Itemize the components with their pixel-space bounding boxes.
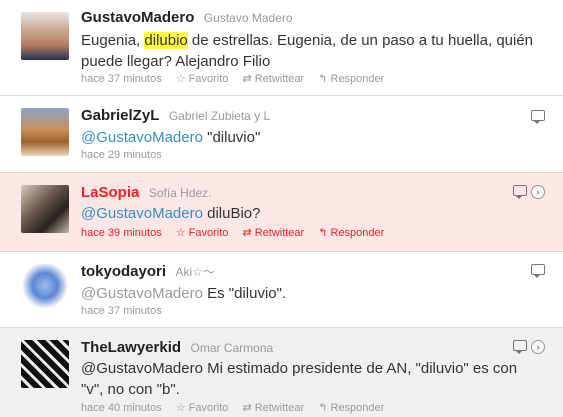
- retweet-icon: ⇄: [242, 227, 252, 239]
- timestamp[interactable]: hace 40 minutos: [81, 402, 162, 414]
- tweet-text-part: Es "diluvio".: [202, 285, 287, 302]
- mention-link[interactable]: @GustavoMadero: [81, 129, 203, 146]
- tweet-meta: hace 37 minutos ☆ Favorito ⇄ Retwittear ↰ R…: [81, 72, 384, 85]
- tweet-meta: hace 29 minutos: [81, 149, 162, 161]
- retweet-icon: ⇄: [242, 402, 252, 414]
- mention-link[interactable]: @GustavoMadero: [81, 360, 203, 377]
- timestamp[interactable]: hace 37 minutos: [81, 73, 162, 85]
- tweet-item[interactable]: tokyodayori Aki☆〜 @GustavoMadero Es "dil…: [0, 252, 563, 328]
- tweet-meta: hace 37 minutos: [81, 305, 162, 317]
- tweet-item[interactable]: TheLawyerkid Omar Carmona › @GustavoMade…: [0, 328, 563, 417]
- full-name: Gustavo Madero: [203, 11, 293, 25]
- screen-name[interactable]: GabrielZyL: [81, 107, 159, 124]
- favorite-button[interactable]: ☆ Favorito: [173, 73, 229, 85]
- retweet-button[interactable]: ⇄ Retwittear: [239, 227, 304, 239]
- tweet-text-part: Eugenia,: [81, 32, 145, 49]
- tweet-text: @GustavoMadero Mi estimado presidente de…: [81, 358, 536, 400]
- reply-icon: ↰: [318, 227, 328, 239]
- star-icon: ☆: [175, 73, 186, 85]
- chevron-right-icon[interactable]: ›: [531, 340, 545, 354]
- avatar[interactable]: [21, 185, 69, 233]
- tweet-text: @GustavoMadero diluBio?: [81, 203, 536, 224]
- tweet-item[interactable]: GabrielZyL Gabriel Zubieta y L @GustavoM…: [0, 96, 563, 173]
- full-name: Gabriel Zubieta y L: [168, 109, 271, 123]
- reply-button[interactable]: ↰ Responder: [315, 402, 384, 414]
- full-name: Omar Carmona: [190, 341, 274, 355]
- favorite-button[interactable]: ☆ Favorito: [173, 227, 229, 239]
- retweet-button[interactable]: ⇄ Retwittear: [239, 73, 304, 85]
- screen-name[interactable]: LaSopia: [81, 184, 139, 201]
- avatar[interactable]: [21, 12, 69, 60]
- favorite-button[interactable]: ☆ Favorito: [173, 402, 229, 414]
- tweet-meta: hace 39 minutos ☆ Favorito ⇄ Retwittear ↰ R…: [81, 226, 384, 239]
- retweet-icon: ⇄: [242, 73, 252, 85]
- mention-link[interactable]: @GustavoMadero: [81, 205, 203, 222]
- reply-button[interactable]: ↰ Responder: [315, 227, 384, 239]
- reply-bubble-icon[interactable]: [513, 185, 527, 199]
- tweet-text: @GustavoMadero Es "diluvio".: [81, 283, 536, 304]
- tweet-text: Eugenia, dilubio de estrellas. Eugenia, …: [81, 30, 536, 72]
- screen-name[interactable]: TheLawyerkid: [81, 339, 181, 356]
- timestamp[interactable]: hace 37 minutos: [81, 305, 162, 317]
- tweet-text-part: "diluvio": [202, 129, 261, 146]
- tweet-meta: hace 40 minutos ☆ Favorito ⇄ Retwittear ↰ R…: [81, 401, 384, 414]
- timestamp[interactable]: hace 29 minutos: [81, 149, 162, 161]
- avatar[interactable]: [21, 108, 69, 156]
- reply-bubble-icon[interactable]: [531, 264, 545, 278]
- reply-bubble-icon[interactable]: [531, 110, 545, 124]
- retweet-button[interactable]: ⇄ Retwittear: [239, 402, 304, 414]
- timestamp[interactable]: hace 39 minutos: [81, 227, 162, 239]
- star-icon: ☆: [175, 227, 186, 239]
- star-icon: ☆: [175, 402, 186, 414]
- full-name: Sofía Hdez.: [148, 186, 212, 200]
- tweet-text-part: diluBio?: [202, 205, 261, 222]
- reply-button[interactable]: ↰ Responder: [315, 73, 384, 85]
- avatar[interactable]: [21, 340, 69, 388]
- reply-bubble-icon[interactable]: [513, 340, 527, 354]
- mention-link[interactable]: @GustavoMadero: [81, 285, 203, 302]
- avatar[interactable]: [21, 264, 69, 312]
- screen-name[interactable]: GustavoMadero: [81, 9, 194, 26]
- tweet-item[interactable]: LaSopia Sofía Hdez. › @GustavoMadero dil…: [0, 173, 563, 252]
- tweet-item[interactable]: GustavoMadero Gustavo Madero Eugenia, di…: [0, 0, 563, 96]
- reply-icon: ↰: [318, 402, 328, 414]
- reply-icon: ↰: [318, 73, 328, 85]
- screen-name[interactable]: tokyodayori: [81, 263, 166, 280]
- chevron-right-icon[interactable]: ›: [531, 185, 545, 199]
- full-name: Aki☆〜: [175, 265, 215, 279]
- highlighted-word: dilubio: [144, 32, 188, 49]
- tweet-text: @GustavoMadero "diluvio": [81, 127, 536, 148]
